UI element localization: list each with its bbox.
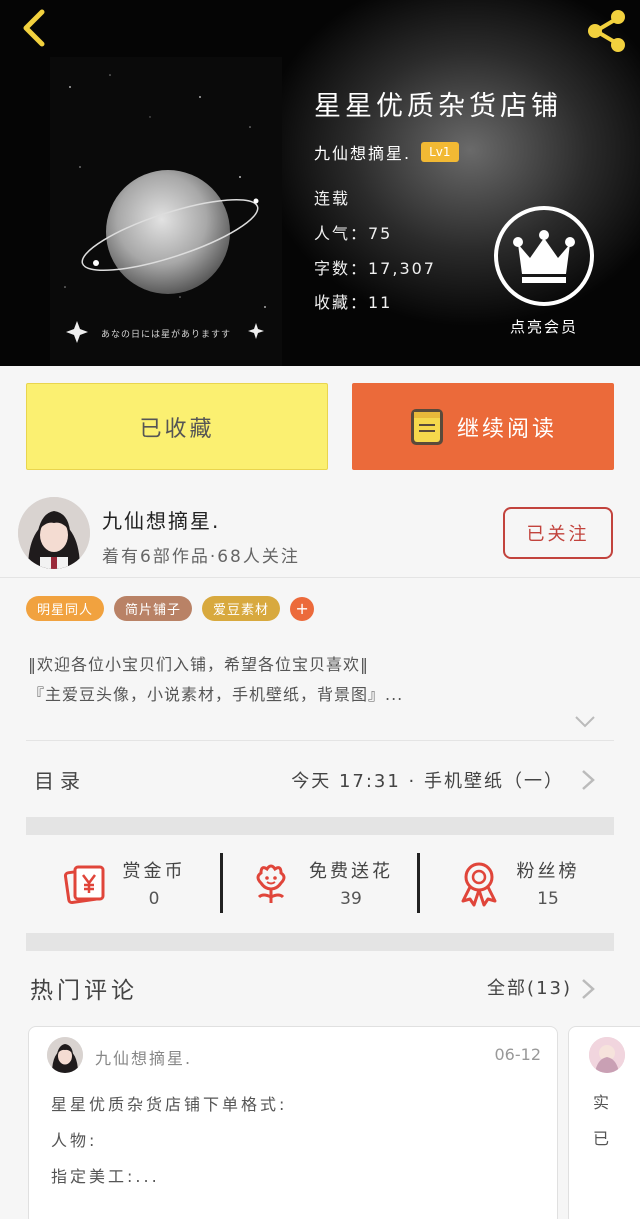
stat-text: 粉丝榜 15 xyxy=(517,857,580,909)
chevron-right-icon xyxy=(582,979,595,999)
share-button[interactable] xyxy=(582,6,632,56)
fan-rank-medal-icon xyxy=(461,862,496,907)
cover-caption: あなの日には星がありますす xyxy=(100,330,231,340)
book-header: あなの日には星がありますす 星星优质杂货店铺 九仙想摘星. Lv1 连载 人气：… xyxy=(0,0,640,366)
comment-body: 实 已 xyxy=(593,1093,610,1148)
book-cover[interactable]: あなの日には星がありますす xyxy=(50,57,282,366)
stat-reward-coins[interactable]: 赏金币 0 xyxy=(26,843,220,923)
vip-label: 点亮会员 xyxy=(509,318,578,336)
comment-card[interactable]: 实 已 xyxy=(568,1026,640,1219)
expand-description-button[interactable] xyxy=(574,714,596,728)
divider xyxy=(26,740,614,741)
stat-label: 粉丝榜 xyxy=(516,861,580,882)
author-name[interactable]: 九仙想摘星. xyxy=(102,505,220,534)
comment-avatar[interactable] xyxy=(47,1037,83,1073)
chevron-left-icon xyxy=(23,9,45,47)
book-status: 连载 xyxy=(314,189,351,208)
comment-user[interactable]: 九仙想摘星. xyxy=(95,1045,192,1069)
tag-list: 明星同人 简片铺子 爱豆素材 + xyxy=(26,596,315,621)
back-button[interactable] xyxy=(14,6,58,50)
comment-body: 星星优质杂货店铺下单格式: 人物: 指定美工:... xyxy=(51,1095,288,1186)
author-meta: 着有6部作品·68人关注 xyxy=(102,547,300,567)
author-avatar[interactable] xyxy=(18,497,90,569)
follow-button[interactable]: 已关注 xyxy=(503,507,613,559)
comment-card[interactable]: 九仙想摘星. 06-12 星星优质杂货店铺下单格式: 人物: 指定美工:... xyxy=(28,1026,558,1219)
tag-item[interactable]: 简片铺子 xyxy=(114,596,193,621)
collected-button[interactable]: 已收藏 xyxy=(26,383,328,470)
follow-label: 已关注 xyxy=(526,524,590,545)
avatar-image xyxy=(589,1037,625,1073)
book-word-count: 字数：17,307 xyxy=(314,259,436,278)
comment-avatar[interactable] xyxy=(589,1037,625,1073)
stat-value: 39 xyxy=(340,889,362,909)
author-section: 九仙想摘星. 着有6部作品·68人关注 已关注 xyxy=(0,485,640,578)
avatar-image xyxy=(47,1037,83,1073)
chevron-right-icon xyxy=(582,770,595,790)
stat-value: 15 xyxy=(537,889,559,909)
hot-comments-title: 热门评论 xyxy=(30,978,138,1004)
description-line: ‖欢迎各位小宝贝们入铺，希望各位宝贝喜欢‖ xyxy=(28,655,370,674)
book-popularity: 人气：75 xyxy=(314,224,393,243)
book-description: ‖欢迎各位小宝贝们入铺，希望各位宝贝喜欢‖ 『主爱豆头像，小说素材，手机壁纸，背… xyxy=(28,650,403,710)
book-title: 星星优质杂货店铺 xyxy=(314,91,562,122)
stat-text: 赏金币 0 xyxy=(123,857,186,909)
catalog-label[interactable]: 目录 xyxy=(34,765,86,794)
chevron-down-icon xyxy=(575,716,595,728)
all-comments-arrow[interactable] xyxy=(580,977,596,1001)
stat-text: 免费送花 39 xyxy=(309,857,393,909)
book-author[interactable]: 九仙想摘星. xyxy=(314,140,411,164)
reward-coin-icon xyxy=(63,865,104,905)
all-comments-link[interactable]: 全部(13) xyxy=(487,974,572,1000)
continue-reading-button[interactable]: 继续阅读 xyxy=(352,383,614,470)
collected-label: 已收藏 xyxy=(139,416,215,442)
latest-chapter[interactable]: 今天 17:31 · 手机壁纸（一） xyxy=(291,767,564,793)
book-favorites: 收藏：11 xyxy=(314,293,393,312)
book-author-row: 九仙想摘星. Lv1 xyxy=(314,140,459,164)
continue-reading-label: 继续阅读 xyxy=(456,416,557,442)
section-separator xyxy=(26,817,614,835)
stats-row: 赏金币 0 免费送花 39 粉丝榜 15 xyxy=(26,843,614,923)
stat-value: 0 xyxy=(148,889,160,909)
catalog-arrow[interactable] xyxy=(580,768,596,792)
description-line: 『主爱豆头像，小说素材，手机壁纸，背景图』... xyxy=(28,685,404,704)
crown-icon xyxy=(513,230,575,283)
share-icon xyxy=(588,10,625,52)
stat-label: 赏金币 xyxy=(122,861,186,882)
vip-button[interactable] xyxy=(494,206,594,306)
flower-icon xyxy=(256,864,286,903)
add-tag-button[interactable]: + xyxy=(290,596,315,621)
level-badge: Lv1 xyxy=(421,142,459,162)
stat-free-flowers[interactable]: 免费送花 39 xyxy=(223,843,417,923)
stat-label: 免费送花 xyxy=(309,861,393,882)
book-icon xyxy=(410,408,443,445)
planet-cover-art xyxy=(64,74,266,343)
tag-item[interactable]: 明星同人 xyxy=(26,596,105,621)
tag-item[interactable]: 爱豆素材 xyxy=(202,596,281,621)
avatar-image xyxy=(18,497,90,569)
section-separator xyxy=(26,933,614,951)
stat-fan-rank[interactable]: 粉丝榜 15 xyxy=(420,843,614,923)
comment-date: 06-12 xyxy=(494,1045,542,1064)
